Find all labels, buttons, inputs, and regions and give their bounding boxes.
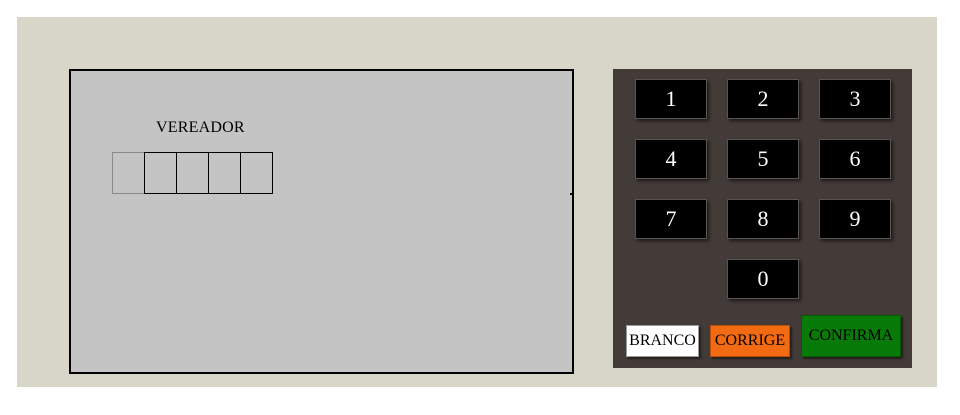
digit-box-1 <box>112 152 145 194</box>
digit-box-2 <box>144 152 177 194</box>
branco-button[interactable]: BRANCO <box>626 325 699 357</box>
digit-box-4 <box>208 152 241 194</box>
key-6[interactable]: 6 <box>819 139 891 179</box>
key-9[interactable]: 9 <box>819 199 891 239</box>
key-4[interactable]: 4 <box>635 139 707 179</box>
key-1[interactable]: 1 <box>635 79 707 119</box>
office-label: VEREADOR <box>156 119 245 136</box>
digit-box-5 <box>240 152 273 194</box>
number-entry-boxes <box>112 152 273 194</box>
key-8[interactable]: 8 <box>727 199 799 239</box>
voting-screen: VEREADOR <box>69 69 574 374</box>
key-5[interactable]: 5 <box>727 139 799 179</box>
corrige-button[interactable]: CORRIGE <box>710 325 790 357</box>
key-0[interactable]: 0 <box>727 259 799 299</box>
digit-box-3 <box>176 152 209 194</box>
voting-machine-body: VEREADOR 1 2 3 4 5 6 7 8 9 0 BRANCO CORR… <box>17 17 937 387</box>
key-2[interactable]: 2 <box>727 79 799 119</box>
key-7[interactable]: 7 <box>635 199 707 239</box>
keypad-panel: 1 2 3 4 5 6 7 8 9 0 BRANCO CORRIGE CONFI… <box>613 69 912 368</box>
screen-edge-mark <box>570 193 573 195</box>
confirma-button[interactable]: CONFIRMA <box>801 315 901 357</box>
key-3[interactable]: 3 <box>819 79 891 119</box>
